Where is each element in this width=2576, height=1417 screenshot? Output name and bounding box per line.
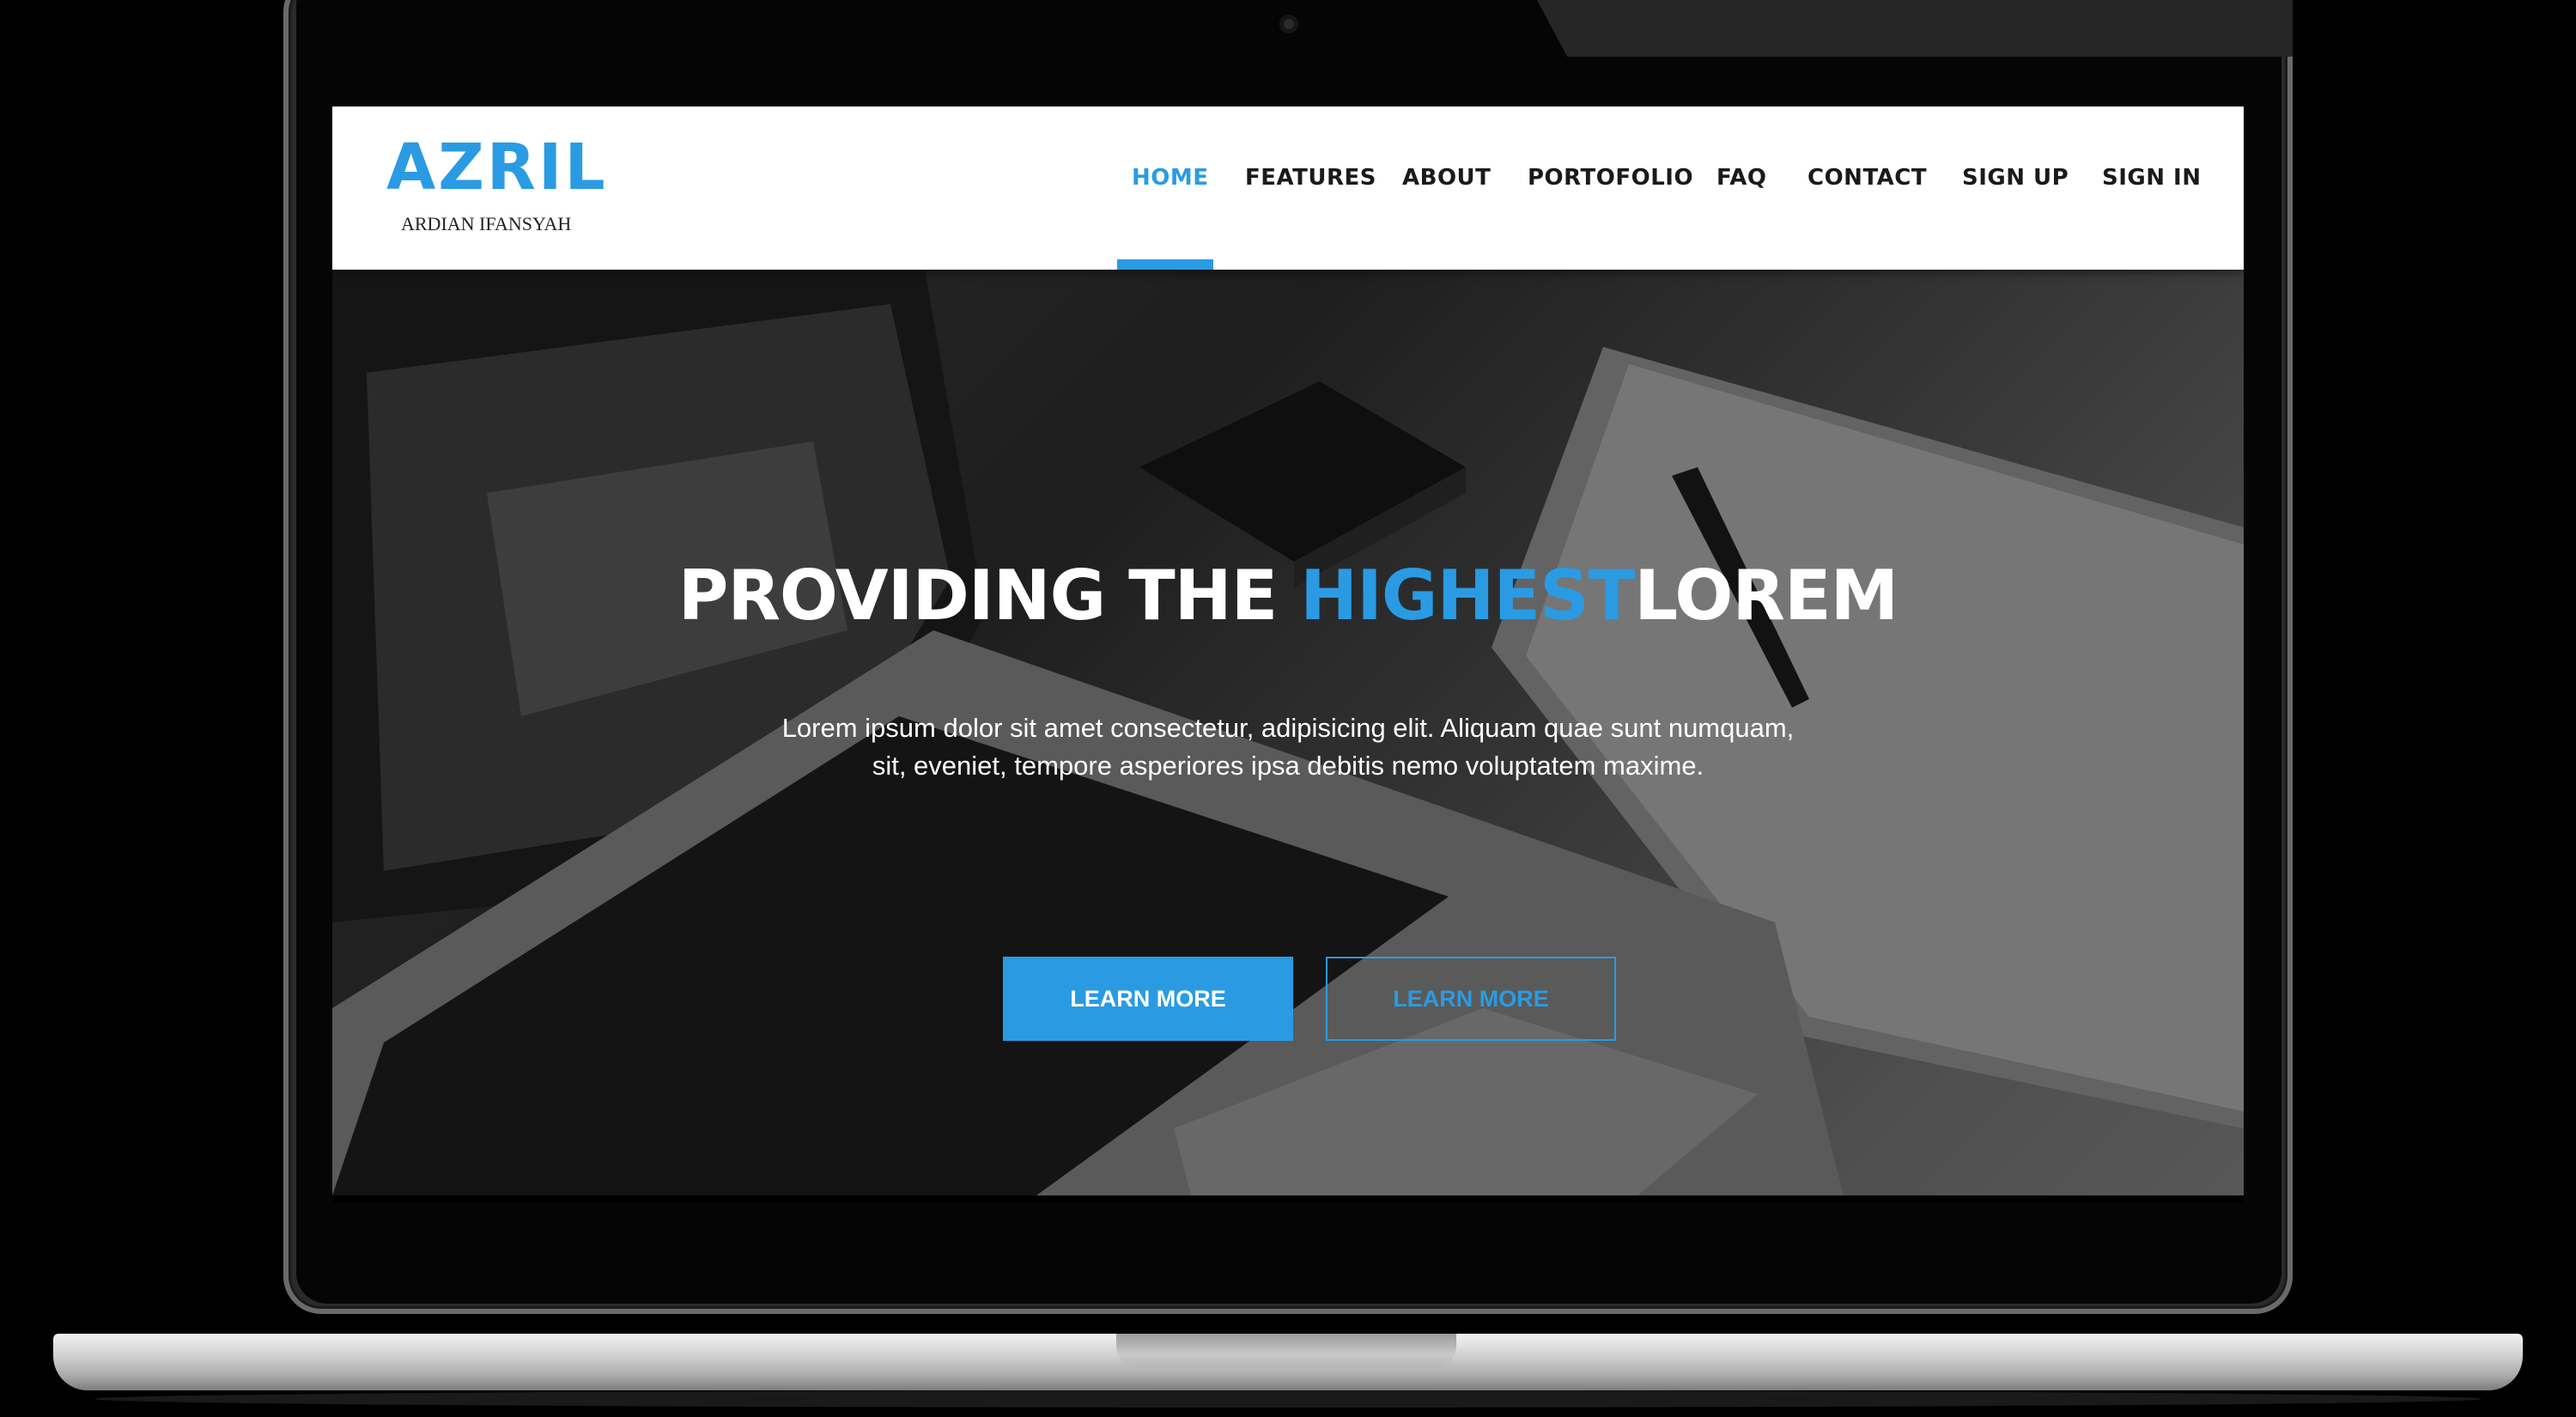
nav-menu: HOME FEATURES ABOUT PORTOFOLIO FAQ CONTA…: [332, 106, 2244, 270]
laptop-base-shadow: [94, 1390, 2482, 1408]
nav-item-home[interactable]: HOME: [1132, 167, 1209, 189]
nav-active-indicator: [1117, 259, 1213, 270]
hero-headline-part1: PROVIDING THE: [677, 556, 1301, 636]
nav-item-sign-in[interactable]: SIGN IN: [2102, 167, 2202, 189]
nav-item-contact[interactable]: CONTACT: [1807, 167, 1927, 189]
hero-headline-accent: HIGHEST: [1300, 556, 1635, 636]
laptop-base-notch: [1116, 1334, 1456, 1368]
nav-item-sign-up[interactable]: SIGN UP: [1962, 167, 2069, 189]
hero-description: Lorem ipsum dolor sit amet consectetur, …: [781, 713, 1795, 781]
navbar: AZRIL ARDIAN IFANSYAH HOME FEATURES ABOU…: [332, 106, 2244, 270]
camera-icon: [1279, 15, 1298, 33]
hero-section: PROVIDING THE HIGHESTLOREM Lorem ipsum d…: [332, 270, 2244, 1195]
learn-more-button[interactable]: LEARN MORE: [1003, 957, 1293, 1041]
hero-headline: PROVIDING THE HIGHESTLOREM: [332, 562, 2244, 630]
nav-item-about[interactable]: ABOUT: [1402, 167, 1491, 189]
nav-item-portofolio[interactable]: PORTOFOLIO: [1528, 167, 1693, 189]
laptop-screen: AZRIL ARDIAN IFANSYAH HOME FEATURES ABOU…: [332, 106, 2244, 1202]
hero-headline-part2: LOREM: [1634, 556, 1899, 636]
nav-item-features[interactable]: FEATURES: [1245, 167, 1376, 189]
nav-item-faq[interactable]: FAQ: [1716, 167, 1767, 189]
bezel-glare: [1537, 0, 2293, 57]
learn-more-outline-button[interactable]: LEARN MORE: [1326, 957, 1616, 1041]
